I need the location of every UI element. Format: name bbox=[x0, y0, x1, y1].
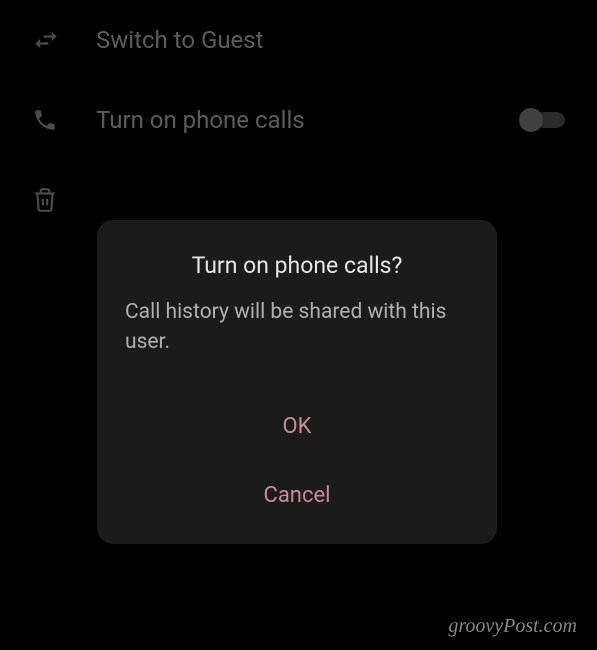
watermark: groovyPost.com bbox=[448, 615, 577, 638]
swap-icon bbox=[32, 26, 76, 54]
switch-guest-row[interactable]: Switch to Guest bbox=[0, 0, 597, 80]
trash-icon bbox=[32, 187, 76, 213]
phone-calls-label: Turn on phone calls bbox=[96, 106, 519, 134]
dialog-message: Call history will be shared with this us… bbox=[125, 297, 469, 358]
settings-list: Switch to Guest Turn on phone calls bbox=[0, 0, 597, 240]
confirm-dialog: Turn on phone calls? Call history will b… bbox=[97, 220, 497, 544]
cancel-button[interactable]: Cancel bbox=[248, 475, 347, 516]
ok-button[interactable]: OK bbox=[267, 406, 328, 447]
phone-calls-toggle[interactable] bbox=[519, 108, 565, 132]
phone-icon bbox=[32, 107, 76, 133]
switch-guest-label: Switch to Guest bbox=[96, 26, 565, 54]
dialog-actions: OK Cancel bbox=[125, 406, 469, 524]
dialog-title: Turn on phone calls? bbox=[125, 252, 469, 279]
phone-calls-row[interactable]: Turn on phone calls bbox=[0, 80, 597, 160]
toggle-thumb bbox=[519, 108, 543, 132]
